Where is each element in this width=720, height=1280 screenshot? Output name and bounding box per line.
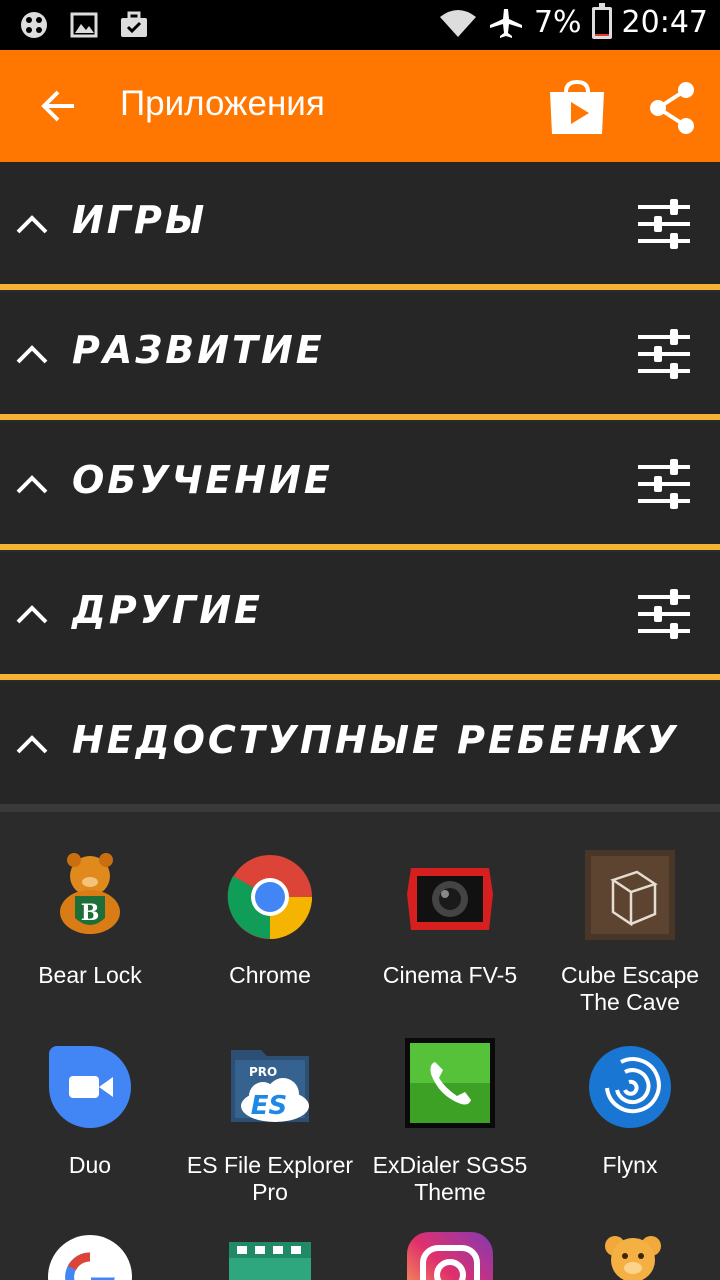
app-tile[interactable] (540, 1228, 720, 1280)
app-tile[interactable]: ExDialer SGS5 Theme (360, 1038, 540, 1208)
app-label: Flynx (602, 1152, 658, 1178)
play-store-icon (550, 79, 604, 134)
category-label: ДРУГИЕ (72, 588, 263, 632)
app-tile[interactable]: PRO ES ES File Explorer Pro (180, 1038, 360, 1208)
category-development[interactable]: РАЗВИТИЕ (0, 292, 720, 420)
category-education[interactable]: ОБУЧЕНИЕ (0, 422, 720, 550)
chevron-up-icon (16, 345, 48, 364)
share-icon (650, 82, 694, 134)
app-tile[interactable] (360, 1228, 540, 1280)
category-unavailable-to-child[interactable]: НЕДОСТУПНЫЕ РЕБЕНКУ (0, 682, 720, 804)
page-title: Приложения (120, 84, 325, 123)
app-tile[interactable]: Duo (0, 1038, 180, 1208)
category-label: НЕДОСТУПНЫЕ РЕБЕНКУ (72, 718, 680, 762)
settings-sliders-icon[interactable] (636, 587, 692, 641)
app-label: Bear Lock (38, 962, 142, 988)
teddy-bear-icon (605, 1236, 661, 1280)
app-bar: Приложения (0, 50, 720, 162)
video-app-icon (229, 1242, 311, 1280)
app-tile[interactable]: Flynx (540, 1038, 720, 1208)
svg-text:B: B (81, 900, 100, 926)
app-tile[interactable]: B Bear Lock (0, 848, 180, 1018)
bear-lock-icon: B (60, 853, 120, 934)
app-label: ES File Explorer Pro (186, 1152, 354, 1205)
battery-percent: 7% (533, 5, 582, 40)
category-label: ИГРЫ (72, 198, 208, 242)
category-label: РАЗВИТИЕ (72, 328, 325, 372)
airplane-icon (489, 8, 522, 38)
notification-app-icon (21, 12, 47, 38)
chrome-icon (227, 855, 312, 939)
back-arrow-icon (41, 90, 74, 122)
instagram-icon (407, 1232, 493, 1280)
es-file-explorer-icon: PRO ES (231, 1050, 309, 1122)
wifi-icon (439, 9, 476, 37)
category-games[interactable]: ИГРЫ (0, 162, 720, 290)
share-button[interactable] (646, 80, 698, 136)
app-tile[interactable]: Cinema FV-5 (360, 848, 540, 1018)
chevron-up-icon (16, 475, 48, 494)
app-label: Chrome (229, 962, 311, 988)
category-label: ОБУЧЕНИЕ (72, 458, 333, 502)
clock: 20:47 (621, 5, 708, 40)
app-tile[interactable]: Chrome (180, 848, 360, 1018)
chevron-up-icon (16, 215, 48, 234)
cube-escape-icon (585, 850, 675, 940)
google-icon (48, 1235, 132, 1280)
app-tile[interactable] (180, 1228, 360, 1280)
chevron-up-icon (16, 735, 48, 754)
play-store-button[interactable] (546, 78, 608, 138)
divider (0, 804, 720, 812)
app-label: ExDialer SGS5 Theme (372, 1152, 528, 1205)
chevron-up-icon (16, 605, 48, 624)
app-label: Cube Escape The Cave (560, 962, 700, 1015)
app-tile[interactable] (0, 1228, 180, 1280)
duo-icon (49, 1046, 131, 1128)
settings-sliders-icon[interactable] (636, 327, 692, 381)
svg-text:ES: ES (251, 1091, 288, 1121)
battery-icon (591, 2, 612, 39)
svg-text:PRO: PRO (249, 1065, 277, 1079)
settings-sliders-icon[interactable] (636, 197, 692, 251)
settings-sliders-icon[interactable] (636, 457, 692, 511)
flynx-icon (589, 1046, 671, 1128)
gallery-notification-icon (70, 12, 98, 38)
app-tile[interactable]: Cube Escape The Cave (540, 848, 720, 1018)
exdialer-icon (405, 1038, 495, 1128)
category-other[interactable]: ДРУГИЕ (0, 552, 720, 680)
app-label: Duo (68, 1152, 112, 1178)
cinema-fv5-icon (407, 868, 493, 930)
apps-grid: B Bear Lock Chrome Cinema FV-5 Cube Esca… (0, 812, 720, 1280)
back-button[interactable] (30, 78, 86, 134)
status-bar: 7% 20:47 (0, 0, 720, 50)
app-label: Cinema FV-5 (382, 962, 518, 988)
briefcase-check-icon (121, 11, 147, 37)
